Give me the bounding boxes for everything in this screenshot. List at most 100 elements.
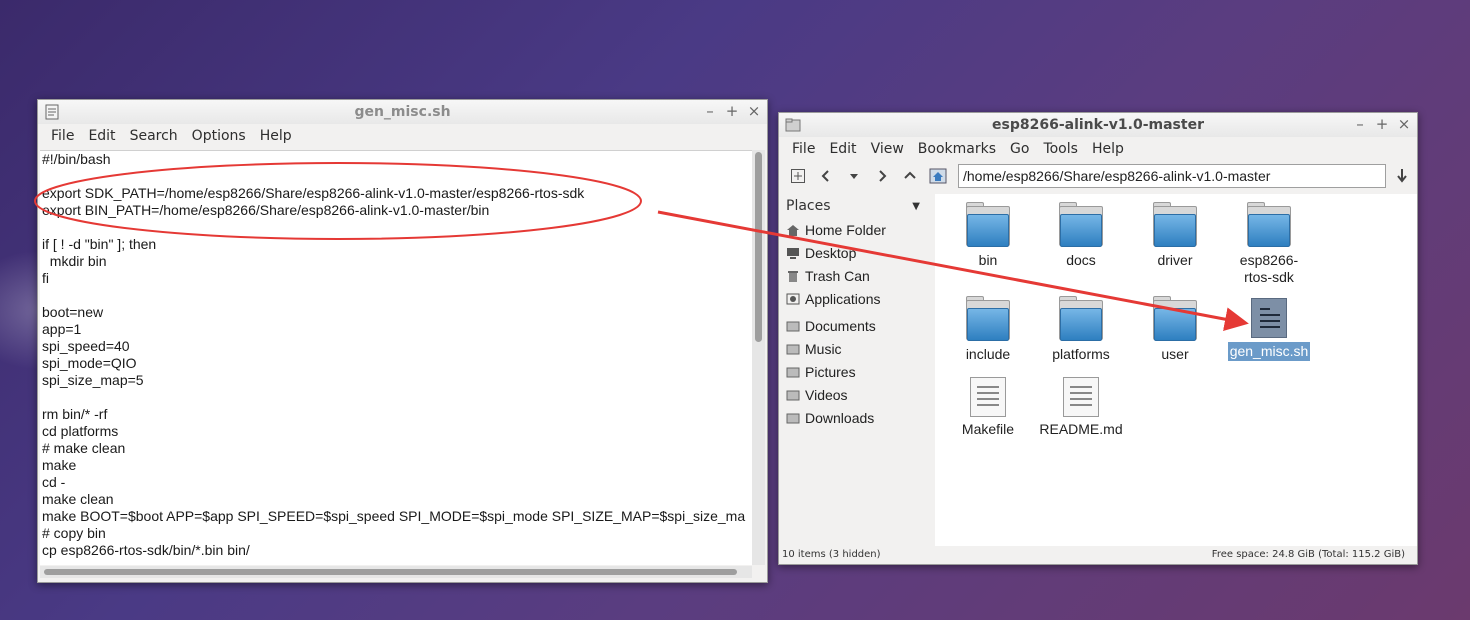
code-line: if [ ! -d "bin" ]; then bbox=[42, 236, 157, 252]
folder-icon bbox=[966, 296, 1010, 342]
minimize-button[interactable]: – bbox=[1353, 115, 1367, 133]
minimize-button[interactable]: – bbox=[703, 102, 717, 120]
sidebar-item-trash[interactable]: Trash Can bbox=[780, 264, 934, 287]
text-editor-icon bbox=[45, 104, 59, 120]
maximize-button[interactable]: + bbox=[725, 102, 739, 120]
code-line: rm bin/* -rf bbox=[42, 406, 108, 422]
chevron-down-icon[interactable]: ▼ bbox=[912, 201, 920, 212]
menu-help[interactable]: Help bbox=[253, 128, 299, 144]
sidebar-item-desktop[interactable]: Desktop bbox=[780, 241, 934, 264]
code-line: spi_size_map=5 bbox=[42, 372, 144, 388]
home-icon[interactable] bbox=[925, 164, 951, 188]
text-editor-window: gen_misc.sh – + × File Edit Search Optio… bbox=[37, 99, 768, 583]
sidebar-item-label: Trash Can bbox=[805, 267, 870, 284]
code-line: export SDK_PATH=/home/esp8266/Share/esp8… bbox=[42, 185, 585, 201]
sidebar-item-documents[interactable]: Documents bbox=[780, 314, 934, 337]
scroll-thumb[interactable] bbox=[755, 152, 762, 342]
sidebar-item-label: Documents bbox=[805, 317, 876, 334]
sidebar-item-music[interactable]: Music bbox=[780, 337, 934, 360]
menu-go[interactable]: Go bbox=[1003, 141, 1036, 157]
menu-edit[interactable]: Edit bbox=[81, 128, 122, 144]
sidebar-item-downloads[interactable]: Downloads bbox=[780, 406, 934, 429]
file-label: docs bbox=[1066, 252, 1096, 268]
code-line: mkdir bin bbox=[42, 253, 107, 269]
history-dropdown-icon[interactable] bbox=[841, 164, 867, 188]
sidebar-item-home[interactable]: Home Folder bbox=[780, 218, 934, 241]
code-line: fi bbox=[42, 270, 49, 286]
up-icon[interactable] bbox=[897, 164, 923, 188]
menu-bookmarks[interactable]: Bookmarks bbox=[911, 141, 1003, 157]
fm-title: esp8266-alink-v1.0-master bbox=[992, 117, 1204, 133]
folder-icon bbox=[786, 321, 800, 331]
new-tab-icon[interactable] bbox=[785, 164, 811, 188]
file-label: gen_misc.sh bbox=[1227, 342, 1311, 361]
trash-icon bbox=[788, 270, 798, 282]
menu-file[interactable]: File bbox=[44, 128, 81, 144]
file-item-gen-misc[interactable]: gen_misc.sh bbox=[1224, 298, 1314, 361]
code-line: make clean bbox=[42, 491, 114, 507]
places-sidebar: Places ▼ Home Folder Desktop Trash Can A… bbox=[780, 194, 934, 546]
file-item-user[interactable]: user bbox=[1130, 296, 1220, 363]
folder-icon bbox=[1153, 296, 1197, 342]
file-item-docs[interactable]: docs bbox=[1036, 202, 1126, 269]
code-line: make BOOT=$boot APP=$app SPI_SPEED=$spi_… bbox=[42, 508, 746, 524]
code-line: app=1 bbox=[42, 321, 82, 337]
menu-file[interactable]: File bbox=[785, 141, 822, 157]
file-item-driver[interactable]: driver bbox=[1130, 202, 1220, 269]
sidebar-item-label: Music bbox=[805, 340, 842, 357]
maximize-button[interactable]: + bbox=[1375, 115, 1389, 133]
file-item-include[interactable]: include bbox=[943, 296, 1033, 363]
code-line: #!/bin/bash bbox=[42, 151, 111, 167]
editor-vertical-scrollbar[interactable] bbox=[752, 150, 765, 565]
editor-horizontal-scrollbar[interactable] bbox=[40, 566, 752, 578]
back-icon[interactable] bbox=[813, 164, 839, 188]
status-bar: 10 items (3 hidden) Free space: 24.8 GiB… bbox=[779, 544, 1417, 564]
folder-icon bbox=[786, 413, 800, 423]
desktop-icon bbox=[787, 247, 799, 259]
menu-help[interactable]: Help bbox=[1085, 141, 1131, 157]
code-line: # make clean bbox=[42, 440, 126, 456]
code-line: # copy bin bbox=[42, 525, 106, 541]
file-item-bin[interactable]: bin bbox=[943, 202, 1033, 269]
sidebar-item-videos[interactable]: Videos bbox=[780, 383, 934, 406]
sidebar-item-applications[interactable]: Applications bbox=[780, 287, 934, 310]
applications-icon bbox=[786, 293, 800, 304]
fm-menubar: File Edit View Bookmarks Go Tools Help bbox=[779, 137, 1417, 161]
path-input[interactable]: /home/esp8266/Share/esp8266-alink-v1.0-m… bbox=[958, 164, 1386, 188]
scroll-thumb[interactable] bbox=[44, 569, 737, 575]
close-button[interactable]: × bbox=[1397, 115, 1411, 133]
fm-titlebar[interactable]: esp8266-alink-v1.0-master – + × bbox=[779, 113, 1417, 137]
folder-icon bbox=[1153, 202, 1197, 248]
editor-text-area[interactable]: #!/bin/bash export SDK_PATH=/home/esp8266… bbox=[40, 150, 754, 565]
forward-icon[interactable] bbox=[869, 164, 895, 188]
menu-view[interactable]: View bbox=[864, 141, 911, 157]
file-item-readme[interactable]: README.md bbox=[1036, 377, 1126, 438]
sidebar-item-pictures[interactable]: Pictures bbox=[780, 360, 934, 383]
file-item-platforms[interactable]: platforms bbox=[1036, 296, 1126, 363]
text-file-icon bbox=[1063, 377, 1099, 417]
text-file-icon bbox=[970, 377, 1006, 417]
sidebar-item-label: Videos bbox=[805, 386, 848, 403]
file-label: user bbox=[1161, 346, 1189, 362]
code-line: spi_speed=40 bbox=[42, 338, 130, 354]
file-label: esp8266- rtos-sdk bbox=[1239, 252, 1299, 285]
code-line: cd platforms bbox=[42, 423, 119, 439]
file-item-esp8266-rtos-sdk[interactable]: esp8266- rtos-sdk bbox=[1224, 202, 1314, 286]
code-line: export BIN_PATH=/home/esp8266/Share/esp8… bbox=[42, 202, 490, 218]
editor-titlebar[interactable]: gen_misc.sh – + × bbox=[38, 100, 767, 124]
editor-menubar: File Edit Search Options Help bbox=[38, 124, 767, 148]
sidebar-item-label: Pictures bbox=[805, 363, 856, 380]
close-button[interactable]: × bbox=[747, 102, 761, 120]
go-icon[interactable] bbox=[1389, 164, 1415, 188]
menu-edit[interactable]: Edit bbox=[822, 141, 863, 157]
menu-tools[interactable]: Tools bbox=[1036, 141, 1085, 157]
file-item-makefile[interactable]: Makefile bbox=[943, 377, 1033, 438]
sidebar-item-label: Home Folder bbox=[805, 221, 886, 238]
menu-search[interactable]: Search bbox=[123, 128, 185, 144]
menu-options[interactable]: Options bbox=[185, 128, 253, 144]
file-label: driver bbox=[1157, 252, 1193, 268]
places-header[interactable]: Places ▼ bbox=[780, 194, 934, 218]
